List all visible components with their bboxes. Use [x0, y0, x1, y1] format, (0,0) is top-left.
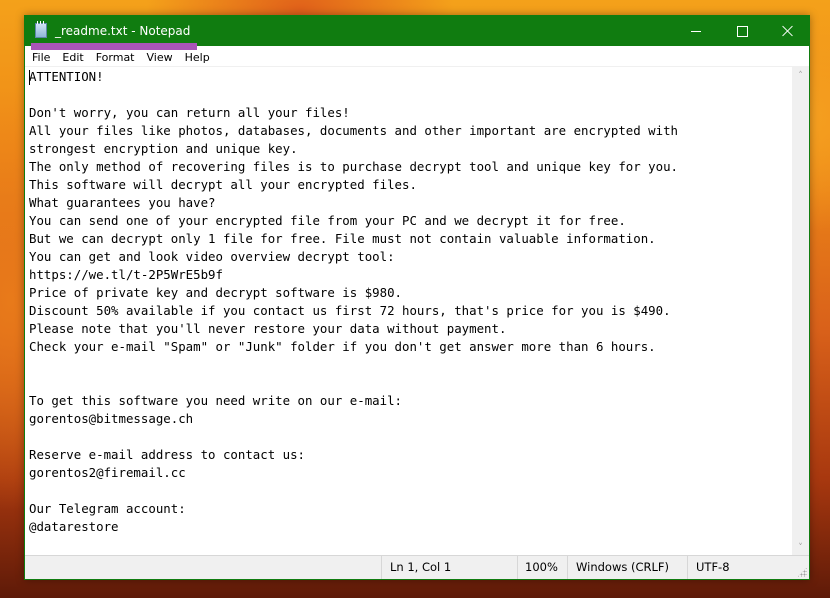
encoding: UTF-8: [687, 556, 794, 579]
redaction-highlight: [31, 43, 197, 50]
window-title: _readme.txt - Notepad: [55, 24, 191, 38]
chevron-up-icon: ˄: [798, 70, 803, 81]
close-icon: [782, 25, 794, 37]
menu-edit[interactable]: Edit: [56, 48, 89, 68]
text-editor[interactable]: ATTENTION! Don't worry, you can return a…: [25, 67, 792, 556]
maximize-button[interactable]: [719, 16, 765, 46]
status-bar: Ln 1, Col 1 100% Windows (CRLF) UTF-8: [25, 555, 809, 579]
title-bar[interactable]: _readme.txt - Notepad: [25, 16, 809, 46]
menu-help[interactable]: Help: [179, 48, 216, 68]
zoom-level: 100%: [517, 556, 567, 579]
minimize-button[interactable]: [673, 16, 719, 46]
chevron-down-icon: ˅: [798, 542, 803, 553]
menu-format[interactable]: Format: [90, 48, 141, 68]
scroll-down-button[interactable]: ˅: [792, 539, 809, 556]
close-button[interactable]: [765, 16, 811, 46]
scroll-up-button[interactable]: ˄: [792, 67, 809, 84]
text-caret: [29, 70, 30, 85]
notepad-icon: [35, 21, 47, 38]
minimize-icon: [691, 30, 701, 32]
line-ending: Windows (CRLF): [567, 556, 687, 579]
maximize-icon: [736, 25, 748, 37]
cursor-position: Ln 1, Col 1: [381, 556, 517, 579]
vertical-scrollbar[interactable]: ˄ ˅: [792, 67, 809, 556]
resize-grip-icon[interactable]: [797, 567, 807, 577]
menu-view[interactable]: View: [141, 48, 179, 68]
notepad-window: _readme.txt - Notepad File Edit Format V…: [24, 15, 810, 580]
menu-file[interactable]: File: [25, 48, 56, 68]
editor-content[interactable]: ATTENTION! Don't worry, you can return a…: [25, 68, 678, 536]
